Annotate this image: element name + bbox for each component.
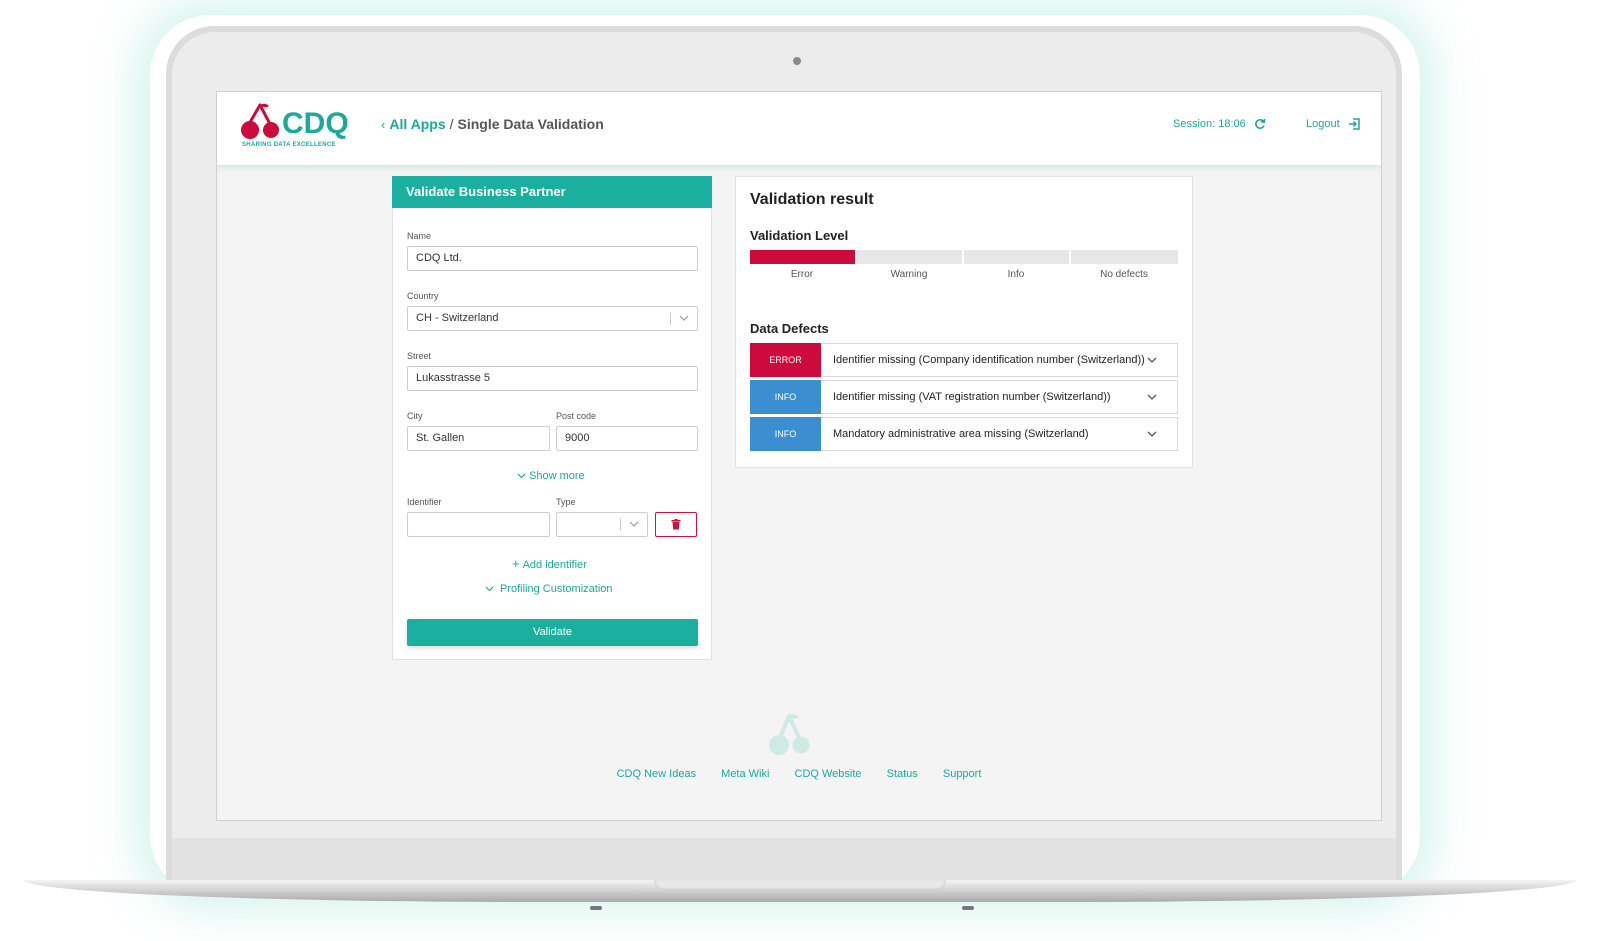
level-label-info: Info (1007, 269, 1025, 280)
trash-icon (671, 519, 681, 530)
cdq-logo[interactable]: CDQ SHARING DATA EXCELLENCE (241, 102, 361, 152)
select-divider (620, 518, 621, 531)
country-value: CH - Switzerland (416, 312, 499, 324)
logo-tagline: SHARING DATA EXCELLENCE (242, 142, 336, 148)
level-label-error: Error (790, 269, 814, 280)
city-input[interactable]: St. Gallen (407, 426, 550, 451)
street-input[interactable]: Lukasstrasse 5 (407, 366, 698, 391)
show-more-link[interactable]: Show more (517, 470, 585, 482)
identifier-label: Identifier (407, 497, 442, 507)
breadcrumb-current: Single Data Validation (457, 116, 604, 132)
camera-dot (793, 57, 801, 65)
laptop-hinge-notch (654, 880, 946, 890)
postcode-input[interactable]: 9000 (556, 426, 698, 451)
severity-badge-info: INFO (750, 380, 821, 414)
profiling-customization-link[interactable]: Profiling Customization (485, 583, 613, 595)
chevron-down-icon[interactable] (1147, 356, 1157, 364)
defect-text: Identifier missing (Company identificati… (833, 354, 1145, 366)
type-select[interactable] (556, 512, 648, 537)
severity-badge-error: ERROR (750, 343, 821, 377)
chevron-down-icon (485, 586, 494, 592)
logout-icon (1348, 118, 1360, 130)
select-divider (670, 312, 671, 325)
show-more-label: Show more (529, 470, 585, 482)
plus-icon: + (512, 556, 520, 571)
result-title: Validation result (750, 191, 874, 208)
add-identifier-label: Add identifier (522, 559, 587, 571)
footer-links: CDQ New Ideas Meta Wiki CDQ Website Stat… (217, 768, 1381, 780)
chevron-down-icon (629, 521, 639, 527)
level-bar-info (964, 250, 1069, 264)
level-bar-no-defects (1071, 250, 1178, 264)
chevron-down-icon (517, 473, 526, 479)
name-input[interactable]: CDQ Ltd. (407, 246, 698, 271)
chevron-down-icon (679, 315, 689, 321)
refresh-icon[interactable] (1254, 118, 1266, 130)
add-identifier-link[interactable]: + Add identifier (512, 556, 587, 571)
app-header: CDQ SHARING DATA EXCELLENCE ‹ All Apps / Si… (217, 92, 1381, 165)
validate-button[interactable]: Validate (407, 619, 698, 646)
cherry-icon (241, 103, 279, 139)
chevron-down-icon[interactable] (1147, 430, 1157, 438)
name-label: Name (407, 231, 432, 241)
validation-result-card: Validation result Validation Level Error… (735, 176, 1193, 468)
logout-label: Logout (1306, 118, 1340, 130)
form-title: Validate Business Partner (392, 176, 712, 208)
validation-level-title: Validation Level (750, 228, 849, 243)
type-label: Type (556, 497, 576, 507)
footer-link-support[interactable]: Support (943, 768, 982, 780)
postcode-label: Post code (556, 411, 597, 421)
country-select[interactable]: CH - Switzerland (407, 306, 698, 331)
identifier-input[interactable] (407, 512, 550, 537)
level-bar-error (750, 250, 855, 264)
footer-link-cdq-website[interactable]: CDQ Website (795, 768, 862, 780)
chevron-down-icon[interactable] (1147, 393, 1157, 401)
level-bar-warning (857, 250, 962, 264)
logout-button[interactable]: Logout (1306, 118, 1361, 130)
defect-text: Identifier missing (VAT registration num… (833, 391, 1111, 403)
breadcrumb-all-apps-link[interactable]: All Apps (389, 116, 445, 132)
validate-form-card: Validate Business Partner Name CDQ Ltd. … (392, 176, 712, 660)
laptop-bezel-bottom (172, 838, 1396, 882)
app-screen: CDQ SHARING DATA EXCELLENCE ‹ All Apps / Si… (216, 91, 1382, 821)
footer-link-meta-wiki[interactable]: Meta Wiki (721, 768, 769, 780)
country-label: Country (407, 291, 439, 301)
chevron-left-icon: ‹ (381, 117, 386, 132)
delete-identifier-button[interactable] (655, 512, 697, 537)
footer-link-status[interactable]: Status (887, 768, 918, 780)
laptop-foot-left (590, 906, 602, 910)
severity-badge-info: INFO (750, 417, 821, 451)
session-timer[interactable]: Session: 18:06 (1173, 118, 1266, 130)
footer-cherry-icon (769, 714, 810, 755)
footer-link-new-ideas[interactable]: CDQ New Ideas (617, 768, 696, 780)
street-label: Street (407, 351, 432, 361)
logo-text: CDQ (282, 107, 349, 140)
level-label-warning: Warning (890, 269, 928, 280)
breadcrumb-separator: / (449, 116, 454, 132)
defect-row[interactable]: ERROR Identifier missing (Company identi… (750, 343, 1178, 377)
defect-row[interactable]: INFO Mandatory administrative area missi… (750, 417, 1178, 451)
laptop-foot-right (962, 906, 974, 910)
data-defects-title: Data Defects (750, 321, 829, 336)
breadcrumb: ‹ All Apps / Single Data Validation (381, 116, 604, 132)
session-label: Session: 18:06 (1173, 118, 1246, 130)
level-label-no-defects: No defects (1100, 269, 1148, 280)
city-label: City (407, 411, 423, 421)
profiling-label: Profiling Customization (500, 583, 613, 595)
defect-row[interactable]: INFO Identifier missing (VAT registratio… (750, 380, 1178, 414)
defect-text: Mandatory administrative area missing (S… (833, 428, 1089, 440)
